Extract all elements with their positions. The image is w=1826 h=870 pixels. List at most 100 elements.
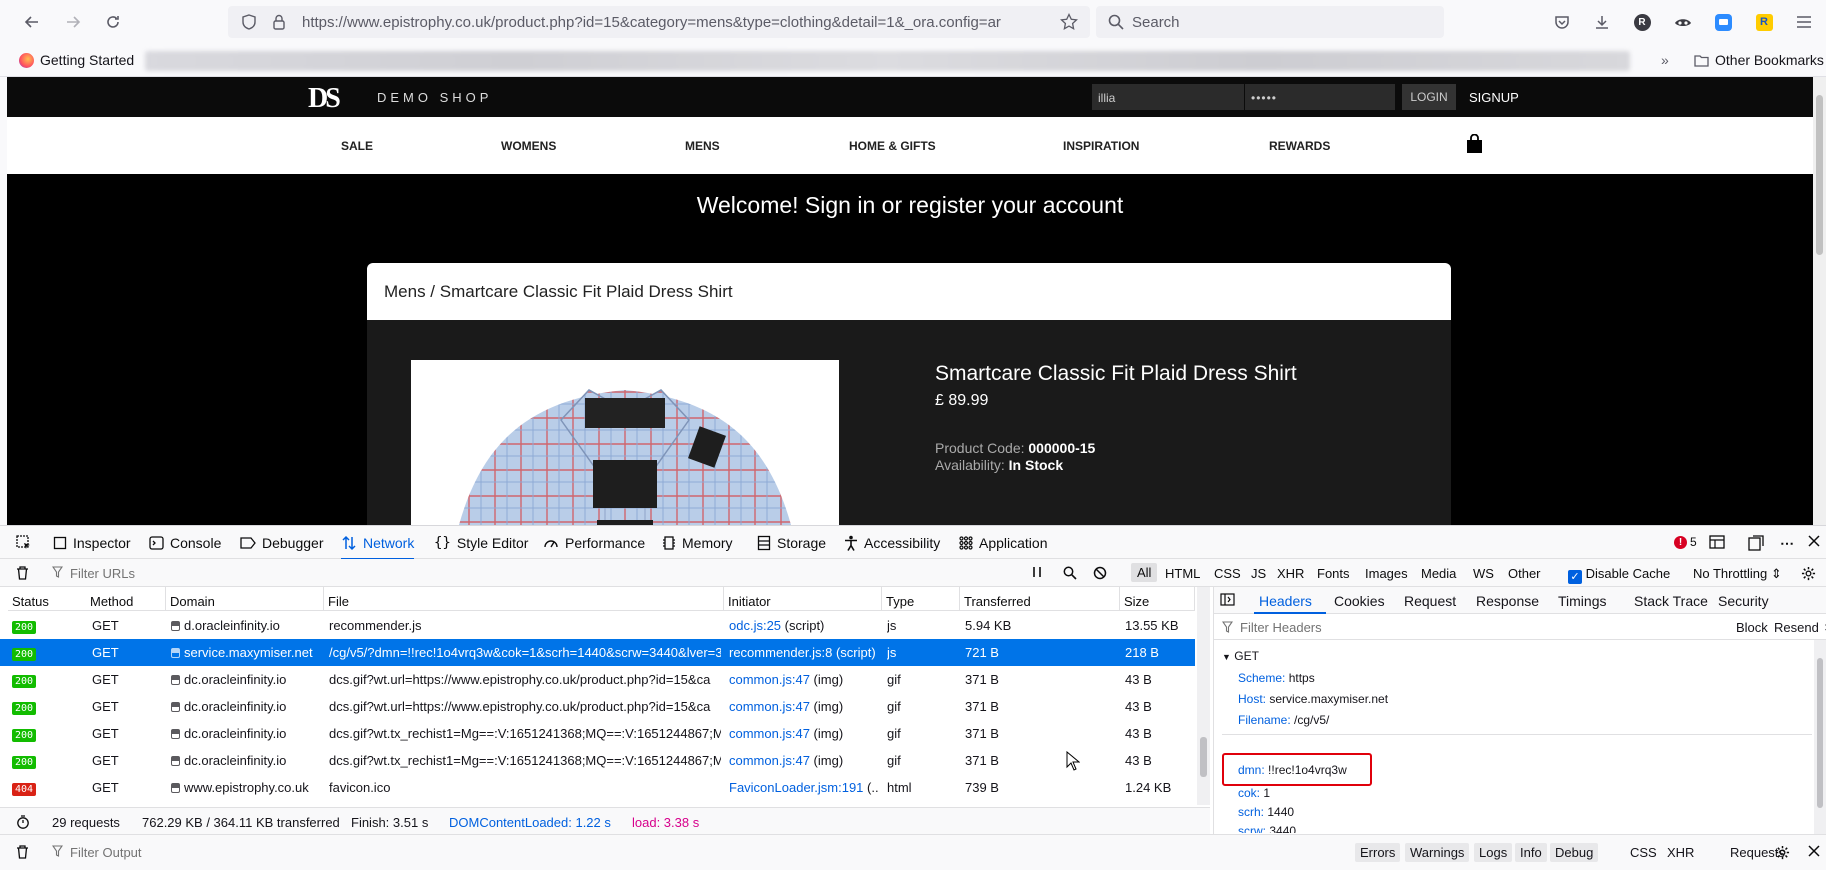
- downloads-icon[interactable]: [1589, 9, 1615, 35]
- error-counter[interactable]: ! 5: [1674, 535, 1697, 549]
- table-row[interactable]: 200 GET dc.oracleinfinity.io dcs.gif?wt.…: [0, 693, 1195, 720]
- tab-debugger[interactable]: Debugger: [240, 535, 324, 551]
- network-settings-gear-icon[interactable]: [1801, 566, 1816, 581]
- tab-application[interactable]: Application: [959, 535, 1048, 551]
- bookmark-star-icon[interactable]: [1060, 13, 1078, 31]
- tab-network[interactable]: Network: [341, 535, 415, 560]
- disable-cache-checkbox[interactable]: ✓ Disable Cache: [1568, 566, 1670, 584]
- filter-output-input[interactable]: Filter Output: [70, 845, 142, 860]
- tab-accessibility[interactable]: Accessibility: [844, 535, 940, 551]
- product-image[interactable]: [411, 360, 839, 525]
- login-button[interactable]: LOGIN: [1402, 84, 1456, 110]
- tab-headers[interactable]: Headers: [1259, 593, 1312, 609]
- close-split-console-icon[interactable]: [1808, 845, 1820, 857]
- password-input[interactable]: •••••: [1245, 84, 1395, 110]
- forward-arrow-icon[interactable]: [60, 9, 86, 35]
- tab-request[interactable]: Request: [1404, 593, 1456, 609]
- table-row[interactable]: 200 GET dc.oracleinfinity.io dcs.gif?wt.…: [0, 747, 1195, 774]
- col-file[interactable]: File: [324, 587, 724, 611]
- col-type[interactable]: Type: [882, 587, 960, 611]
- nav-sale[interactable]: SALE: [341, 139, 373, 153]
- table-scrollbar-thumb[interactable]: [1200, 737, 1207, 777]
- bookmark-other-folder[interactable]: Other Bookmarks: [1694, 52, 1824, 68]
- tab-response[interactable]: Response: [1476, 593, 1539, 609]
- filter-headers-input[interactable]: Filter Headers: [1240, 620, 1322, 635]
- console-settings-gear-icon[interactable]: [1775, 845, 1790, 860]
- extension-r-icon[interactable]: R: [1751, 9, 1777, 35]
- throttling-select[interactable]: No Throttling ⇕: [1693, 566, 1782, 582]
- nav-rewards[interactable]: REWARDS: [1269, 139, 1330, 153]
- table-scrollbar[interactable]: [1197, 587, 1210, 805]
- pocket-icon[interactable]: [1549, 9, 1575, 35]
- filter-html[interactable]: HTML: [1165, 566, 1200, 581]
- username-input[interactable]: illia: [1092, 84, 1244, 110]
- page-scrollbar[interactable]: [1813, 77, 1826, 525]
- console-filter-xhr[interactable]: XHR: [1667, 845, 1694, 860]
- col-status[interactable]: Status: [8, 587, 90, 611]
- tab-timings[interactable]: Timings: [1558, 593, 1607, 609]
- clear-console-trash-icon[interactable]: [16, 845, 29, 859]
- details-scrollbar-thumb[interactable]: [1817, 658, 1823, 808]
- filter-urls-input[interactable]: Filter URLs: [70, 566, 135, 581]
- trash-icon[interactable]: [16, 566, 29, 580]
- nav-mens[interactable]: MENS: [685, 139, 720, 153]
- hamburger-menu-icon[interactable]: [1791, 9, 1817, 35]
- resend-button[interactable]: Resend ⇕: [1774, 620, 1826, 636]
- filter-ws[interactable]: WS: [1473, 566, 1494, 581]
- table-row[interactable]: 404 GET www.epistrophy.co.uk favicon.ico…: [0, 774, 1195, 801]
- col-method[interactable]: Method: [86, 587, 166, 611]
- filter-css[interactable]: CSS: [1214, 566, 1241, 581]
- close-devtools-icon[interactable]: [1808, 535, 1820, 547]
- console-filter-css[interactable]: CSS: [1630, 845, 1657, 860]
- padlock-icon[interactable]: [272, 14, 286, 30]
- col-transferred[interactable]: Transferred: [960, 587, 1120, 611]
- block-requests-icon[interactable]: [1093, 566, 1107, 580]
- initiator-link[interactable]: recommender.js:8: [729, 645, 832, 660]
- search-bar[interactable]: Search: [1096, 6, 1444, 38]
- nav-womens[interactable]: WOMENS: [501, 139, 556, 153]
- get-section-toggle[interactable]: ▼ GET: [1222, 649, 1259, 663]
- tab-inspector[interactable]: Inspector: [53, 535, 131, 551]
- split-console-icon[interactable]: [1748, 535, 1764, 551]
- table-row[interactable]: 200 GET d.oracleinfinity.io recommender.…: [0, 612, 1195, 639]
- bookmark-getting-started[interactable]: Getting Started: [19, 52, 134, 68]
- initiator-link[interactable]: odc.js:25: [729, 618, 781, 633]
- initiator-link[interactable]: FaviconLoader.jsm:191: [729, 780, 863, 795]
- initiator-link[interactable]: common.js:47: [729, 699, 810, 714]
- more-options-icon[interactable]: ⋯: [1780, 535, 1794, 552]
- scrollbar-thumb[interactable]: [1816, 95, 1823, 255]
- col-domain[interactable]: Domain: [166, 587, 324, 611]
- nav-home-gifts[interactable]: HOME & GIFTS: [849, 139, 936, 153]
- filter-other[interactable]: Other: [1508, 566, 1541, 581]
- nav-inspiration[interactable]: INSPIRATION: [1063, 139, 1139, 153]
- tab-performance[interactable]: Performance: [543, 535, 645, 551]
- initiator-link[interactable]: common.js:47: [729, 753, 810, 768]
- console-filter-logs[interactable]: Logs: [1474, 843, 1513, 862]
- tab-security[interactable]: Security: [1718, 593, 1769, 609]
- tab-cookies[interactable]: Cookies: [1334, 593, 1385, 609]
- tab-memory[interactable]: Memory: [662, 535, 733, 551]
- bookmarks-overflow-icon[interactable]: »: [1661, 52, 1669, 68]
- console-filter-debug[interactable]: Debug: [1550, 843, 1599, 862]
- filter-images[interactable]: Images: [1365, 566, 1408, 581]
- site-logo[interactable]: DS: [308, 83, 341, 115]
- pause-icon[interactable]: [1032, 566, 1042, 578]
- filter-xhr[interactable]: XHR: [1277, 566, 1304, 581]
- address-bar[interactable]: https://www.epistrophy.co.uk/product.php…: [228, 6, 1090, 38]
- console-filter-warnings[interactable]: Warnings: [1405, 843, 1470, 862]
- initiator-link[interactable]: common.js:47: [729, 672, 810, 687]
- toggle-sidebar-icon[interactable]: [1220, 593, 1235, 606]
- col-size[interactable]: Size: [1120, 587, 1195, 611]
- dock-toggle-icon[interactable]: [1709, 535, 1725, 549]
- filter-all[interactable]: All: [1131, 563, 1158, 582]
- tab-console[interactable]: Console: [149, 535, 221, 551]
- initiator-link[interactable]: common.js:47: [729, 726, 810, 741]
- filter-js[interactable]: JS: [1251, 566, 1266, 581]
- table-row-selected[interactable]: 200 GET service.maxymiser.net /cg/v5/?dm…: [0, 639, 1195, 666]
- back-arrow-icon[interactable]: [19, 9, 45, 35]
- filter-media[interactable]: Media: [1421, 566, 1456, 581]
- filter-fonts[interactable]: Fonts: [1317, 566, 1350, 581]
- extension-zoom-icon[interactable]: [1710, 9, 1736, 35]
- block-button[interactable]: Block: [1736, 620, 1768, 635]
- console-filter-errors[interactable]: Errors: [1355, 843, 1401, 862]
